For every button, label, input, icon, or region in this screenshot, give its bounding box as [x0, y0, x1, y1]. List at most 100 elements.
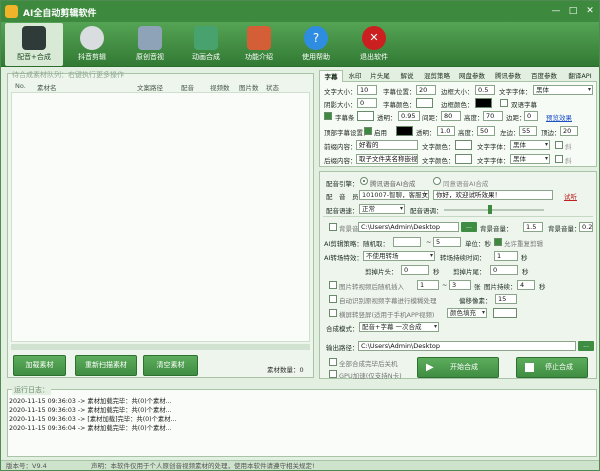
front-italic-checkbox[interactable]: [555, 141, 563, 149]
col-images[interactable]: 图片数: [239, 82, 259, 92]
border-color-picker[interactable]: [475, 98, 492, 108]
tab-mix-strategy[interactable]: 混剪策略: [421, 70, 453, 82]
margin-input[interactable]: 0: [524, 111, 538, 121]
bgm-checkbox[interactable]: [329, 223, 337, 231]
allow-repeat-checkbox[interactable]: [494, 238, 502, 246]
back-font-select[interactable]: 黑体: [510, 154, 550, 164]
random-from-input[interactable]: [393, 237, 421, 247]
subtitle-bar-checkbox[interactable]: [324, 112, 332, 120]
tab-watermark[interactable]: 水印: [345, 70, 365, 82]
engine-alt-radio[interactable]: [433, 177, 441, 185]
spacing-input[interactable]: 80: [441, 111, 461, 121]
bg-volume-input[interactable]: 0.2: [579, 222, 593, 232]
col-path[interactable]: 文案路径: [137, 82, 163, 92]
subtitle-color-picker[interactable]: [416, 98, 433, 108]
clear-material-button[interactable]: 清空素材: [143, 355, 198, 376]
bar-color-picker[interactable]: [357, 111, 374, 121]
sample-text-input[interactable]: 你好，欢迎试听效果！: [433, 190, 553, 200]
left-input[interactable]: 55: [519, 126, 537, 136]
top-height-input[interactable]: 50: [477, 126, 495, 136]
queue-list[interactable]: [11, 92, 310, 342]
font-size-input[interactable]: 10: [357, 85, 377, 95]
tool-dubbing-compose[interactable]: 配音+合成: [5, 23, 63, 66]
tool-help[interactable]: ? 使用帮助: [287, 23, 345, 66]
bgm-browse-button[interactable]: ...: [461, 222, 477, 232]
col-videos[interactable]: 视频数: [210, 82, 230, 92]
double-subtitle-checkbox[interactable]: [500, 99, 508, 107]
font-face-select[interactable]: 黑体: [533, 85, 593, 95]
tab-commentary[interactable]: 解说: [395, 70, 419, 82]
tool-original-av[interactable]: 原创音视: [121, 23, 179, 66]
tool-exit[interactable]: ✕ 退出软件: [345, 23, 403, 66]
tab-intro-outro[interactable]: 片头尾: [367, 70, 393, 82]
stop-compose-button[interactable]: 停止合成: [516, 357, 588, 378]
tab-netdisk[interactable]: 网盘参数: [455, 70, 489, 82]
col-status[interactable]: 状态: [266, 82, 279, 92]
img-duration-input[interactable]: 4: [517, 280, 535, 290]
palette-icon: [80, 26, 104, 50]
tab-baidu[interactable]: 百度参数: [527, 70, 561, 82]
border-size-input[interactable]: 0.5: [475, 85, 495, 95]
back-italic-checkbox[interactable]: [555, 155, 563, 163]
tone-slider[interactable]: [444, 209, 544, 211]
output-browse-button[interactable]: ...: [578, 341, 594, 351]
landscape-checkbox[interactable]: [329, 309, 337, 317]
front-font-select[interactable]: 黑体: [510, 140, 550, 150]
random-value-input[interactable]: 5: [433, 237, 461, 247]
minimize-icon[interactable]: —: [549, 5, 563, 17]
img-from-input[interactable]: 1: [417, 280, 439, 290]
col-voice[interactable]: 配音: [181, 82, 194, 92]
trans-duration-input[interactable]: 1: [494, 251, 518, 261]
preview-effect-link[interactable]: 预览效果: [546, 112, 572, 122]
auto-blur-checkbox[interactable]: [329, 295, 337, 303]
blur-offset-label: 偏移像素：: [459, 297, 492, 305]
tab-tencent[interactable]: 腾讯参数: [491, 70, 525, 82]
clip-tail-input[interactable]: 0: [490, 265, 518, 275]
bgm-path-input[interactable]: C:\Users\Admin\Desktop: [358, 222, 459, 232]
ai-cut-label: AI剪辑策略：: [324, 240, 363, 248]
img-to-input[interactable]: 3: [449, 280, 471, 290]
front-content-input[interactable]: 好看的: [356, 140, 418, 150]
transition-select[interactable]: 不使用转场: [363, 251, 435, 261]
blur-offset-input[interactable]: 15: [495, 294, 517, 304]
back-content-input[interactable]: 取子文件夹名称嵌视: [356, 154, 418, 164]
maximize-icon[interactable]: □: [566, 5, 580, 17]
listen-link[interactable]: 试听: [564, 191, 577, 201]
top-enable-checkbox[interactable]: [364, 127, 372, 135]
speaker-select[interactable]: 101007-智聊，客服女声: [359, 190, 429, 200]
col-no[interactable]: No.: [15, 82, 26, 90]
top-trans-input[interactable]: 1.0: [437, 126, 455, 136]
clip-head-input[interactable]: 0: [401, 265, 429, 275]
speed-select[interactable]: 正常: [359, 204, 405, 214]
col-name[interactable]: 素材名: [37, 82, 57, 92]
start-compose-button[interactable]: ▶ 开始合成: [417, 357, 499, 378]
bgm-volume-input[interactable]: 1.5: [523, 222, 543, 232]
tool-animation[interactable]: 动画合成: [177, 23, 235, 66]
back-color-picker[interactable]: [455, 154, 472, 164]
engine-tencent-radio[interactable]: [360, 177, 368, 185]
gpu-checkbox[interactable]: [329, 370, 337, 378]
tab-subtitle[interactable]: 字幕: [319, 70, 343, 82]
trans-unit-label: 秒: [521, 254, 528, 262]
output-path-input[interactable]: C:\Users\Admin\Desktop: [358, 341, 576, 351]
fill-color-picker[interactable]: [493, 308, 517, 318]
img-random-checkbox[interactable]: [329, 281, 337, 289]
queue-scrollbar[interactable]: [11, 344, 310, 350]
fill-mode-select[interactable]: 颜色填充: [447, 308, 487, 318]
top-color-picker[interactable]: [396, 126, 413, 136]
load-material-button[interactable]: 加载素材: [13, 355, 66, 376]
mode-select[interactable]: 配音+字幕 一次合成: [359, 322, 439, 332]
position-input[interactable]: 20: [416, 85, 436, 95]
height-input[interactable]: 70: [483, 111, 503, 121]
close-window-icon[interactable]: ✕: [583, 5, 597, 17]
front-color-picker[interactable]: [455, 140, 472, 150]
transparency-input[interactable]: 0.95: [398, 111, 420, 121]
top-pos-input[interactable]: 20: [560, 126, 578, 136]
tool-features[interactable]: 功能介绍: [230, 23, 288, 66]
tool-douyin-edit[interactable]: 抖音剪辑: [63, 23, 121, 66]
shadow-input[interactable]: 0: [357, 98, 377, 108]
tab-translate-api[interactable]: 翻译API: [563, 70, 597, 82]
shutdown-checkbox[interactable]: [329, 358, 337, 366]
tone-slider-handle[interactable]: [488, 205, 492, 214]
rescan-material-button[interactable]: 重新扫描素材: [75, 355, 137, 376]
